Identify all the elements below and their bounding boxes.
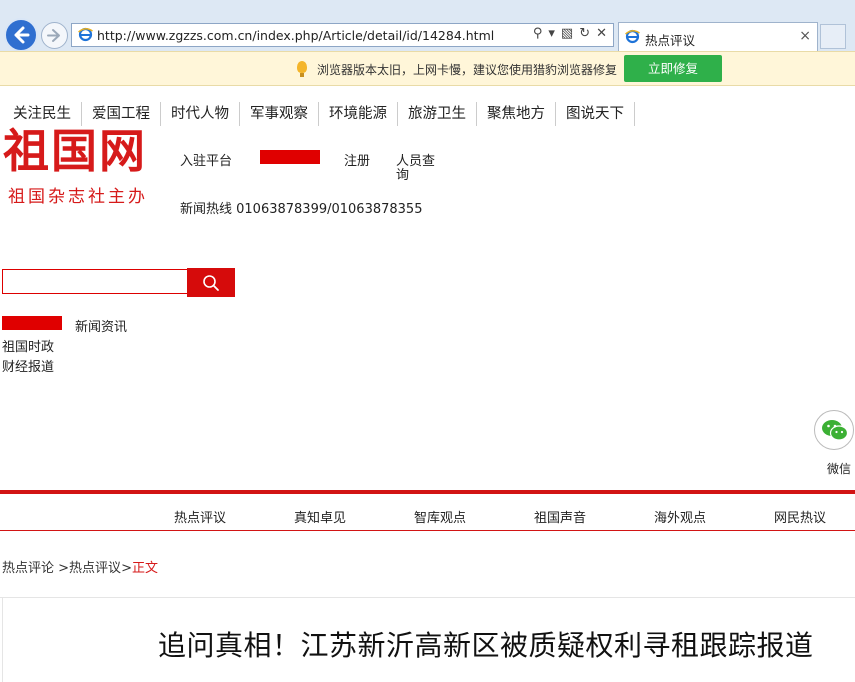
breadcrumb-home[interactable]: 热点评论 (2, 561, 54, 576)
breadcrumb: 热点评论 >热点评议>正文 (2, 557, 158, 576)
browser-tab[interactable]: 热点评议 × (618, 22, 818, 51)
breadcrumb-separator-2: > (121, 561, 132, 576)
url-text[interactable]: http://www.zgzzs.com.cn/index.php/Articl… (97, 28, 494, 43)
tab-title: 热点评议 (645, 33, 696, 48)
dropdown-icon[interactable]: ▾ (548, 26, 555, 41)
back-button[interactable] (4, 18, 38, 52)
channel-overseas-views[interactable]: 海外观点 (654, 507, 706, 526)
search-input[interactable] (2, 269, 187, 294)
search-button[interactable] (187, 268, 235, 297)
wechat-label: 微信 (827, 462, 852, 476)
nav-item-aiguo[interactable]: 爱国工程 (82, 102, 161, 126)
stop-icon[interactable]: ✕ (596, 26, 607, 41)
compat-view-icon[interactable]: ▧ (561, 26, 573, 41)
login-placeholder-bar[interactable] (260, 150, 320, 164)
person-query-link-wrap[interactable]: 询 (396, 164, 409, 183)
channel-insights[interactable]: 真知卓见 (294, 507, 346, 526)
top-nav: 关注民生 爱国工程 时代人物 军事观察 环境能源 旅游卫生 聚焦地方 图说天下 (3, 102, 635, 126)
channel-nav-top-rule (0, 490, 855, 494)
channel-nav-bottom-rule (0, 530, 855, 531)
content-left-border (2, 597, 3, 682)
nav-item-lvyou[interactable]: 旅游卫生 (398, 102, 477, 126)
nav-item-difang[interactable]: 聚焦地方 (477, 102, 556, 126)
search-magnifier-icon (203, 275, 219, 291)
browser-warning-bar: 浏览器版本太旧，上网卡慢，建议您使用猎豹浏览器修复 立即修复 (0, 51, 855, 86)
nav-item-tushuo[interactable]: 图说天下 (556, 102, 635, 126)
new-tab-button[interactable] (820, 24, 846, 49)
lightbulb-icon (297, 61, 307, 77)
article-title: 追问真相！江苏新沂高新区被质疑权利寻租跟踪报道 (158, 629, 814, 662)
side-placeholder-bar[interactable] (2, 316, 62, 330)
refresh-icon[interactable]: ↻ (579, 26, 590, 41)
settle-platform-link[interactable]: 入驻平台 (180, 150, 232, 169)
forward-arrow-icon (47, 29, 60, 42)
breadcrumb-section[interactable]: 热点评议 (69, 561, 121, 576)
politics-link[interactable]: 祖国时政 (2, 336, 54, 355)
breadcrumb-current: 正文 (131, 561, 158, 576)
channel-netizen-discussion[interactable]: 网民热议 (774, 507, 826, 526)
breadcrumb-separator: > (54, 561, 70, 576)
site-logo-subtitle: 祖国杂志社主办 (8, 187, 148, 207)
browser-chrome: http://www.zgzzs.com.cn/index.php/Articl… (0, 0, 855, 52)
back-arrow-icon (14, 26, 30, 44)
search-icon[interactable]: ⚲ (533, 26, 543, 41)
address-bar[interactable]: http://www.zgzzs.com.cn/index.php/Articl… (71, 23, 614, 47)
channel-motherland-voice[interactable]: 祖国声音 (534, 507, 586, 526)
nav-item-minsheng[interactable]: 关注民生 (3, 102, 82, 126)
content-divider (0, 597, 855, 598)
fix-now-button[interactable]: 立即修复 (624, 55, 722, 82)
nav-item-huanjing[interactable]: 环境能源 (319, 102, 398, 126)
warning-text: 浏览器版本太旧，上网卡慢，建议您使用猎豹浏览器修复 (317, 63, 618, 77)
wechat-button[interactable] (814, 410, 854, 450)
tab-close-icon[interactable]: × (799, 28, 811, 44)
nav-item-renwu[interactable]: 时代人物 (161, 102, 240, 126)
news-hotline: 新闻热线 01063878399/01063878355 (180, 202, 423, 217)
channel-hot-comments[interactable]: 热点评议 (174, 507, 226, 526)
site-logo[interactable]: 祖国网 (3, 126, 147, 176)
news-info-link[interactable]: 新闻资讯 (75, 316, 127, 335)
ie-icon (78, 27, 93, 42)
finance-link[interactable]: 财经报道 (2, 356, 54, 375)
wechat-icon (822, 420, 849, 441)
register-link[interactable]: 注册 (344, 150, 370, 169)
nav-item-junshi[interactable]: 军事观察 (240, 102, 319, 126)
ie-tab-icon (625, 29, 640, 44)
forward-button[interactable] (41, 22, 68, 49)
channel-think-tank[interactable]: 智库观点 (414, 507, 466, 526)
